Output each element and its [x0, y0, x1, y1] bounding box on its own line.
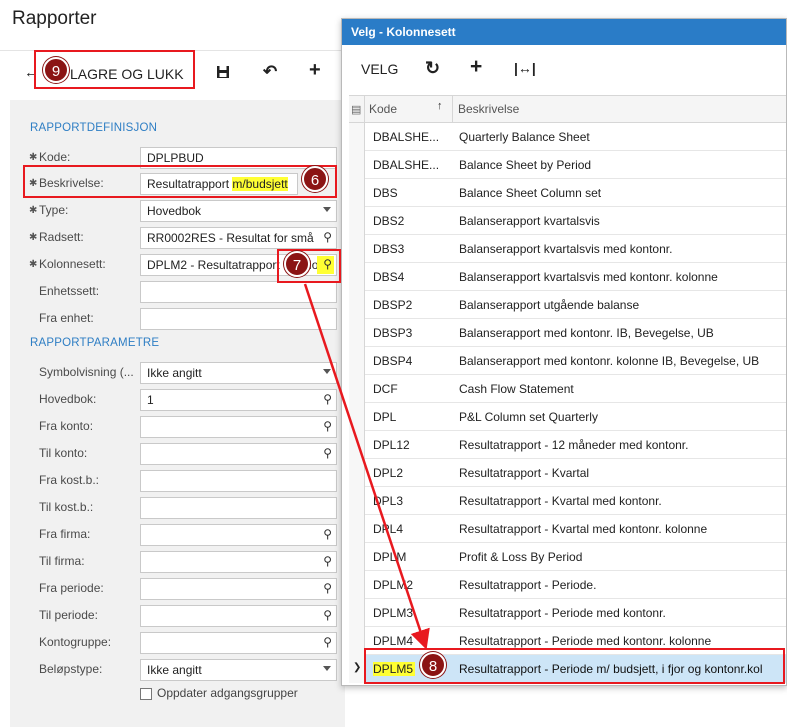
annotation-arrow: [303, 283, 430, 650]
